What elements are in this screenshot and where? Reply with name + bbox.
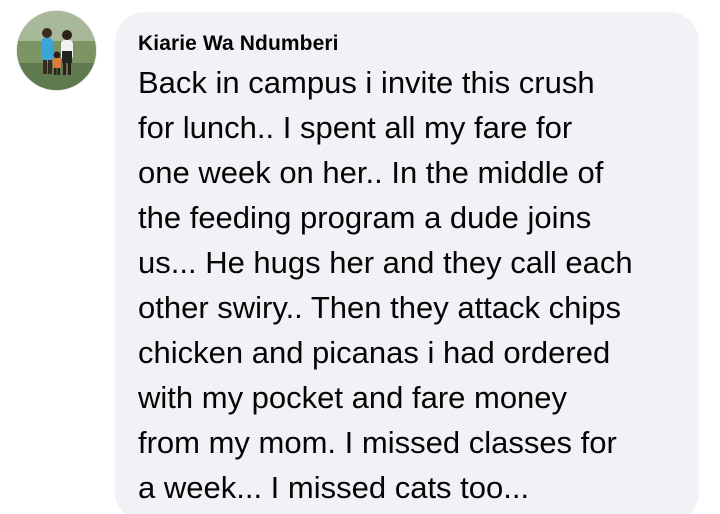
comment-text-line: with my pocket and fare money — [138, 380, 568, 415]
comment-text-line: other swiry.. Then they attack chips — [138, 290, 622, 325]
comment-text-line: Back in campus i invite this crush — [138, 65, 595, 100]
profile-photo-icon — [17, 11, 96, 90]
comment-text-line: a week... I missed cats too... — [138, 470, 530, 505]
comment-author-name[interactable]: Kiarie Wa Ndumberi — [138, 32, 679, 56]
comment-text: Back in campus i invite this crush for l… — [138, 60, 679, 510]
comment-text-line: us... He hugs her and they call each — [138, 245, 633, 280]
comment-text-line: from my mom. I missed classes for — [138, 425, 617, 460]
comment-text-line: chicken and picanas i had ordered — [138, 335, 611, 370]
comment-text-line: for lunch.. I spent all my fare for — [138, 110, 573, 145]
comment-text-line: the feeding program a dude joins — [138, 200, 592, 235]
comment-text-line: one week on her.. In the middle of — [138, 155, 604, 190]
avatar[interactable] — [17, 11, 96, 90]
comment-bubble: Kiarie Wa Ndumberi Back in campus i invi… — [115, 12, 699, 514]
